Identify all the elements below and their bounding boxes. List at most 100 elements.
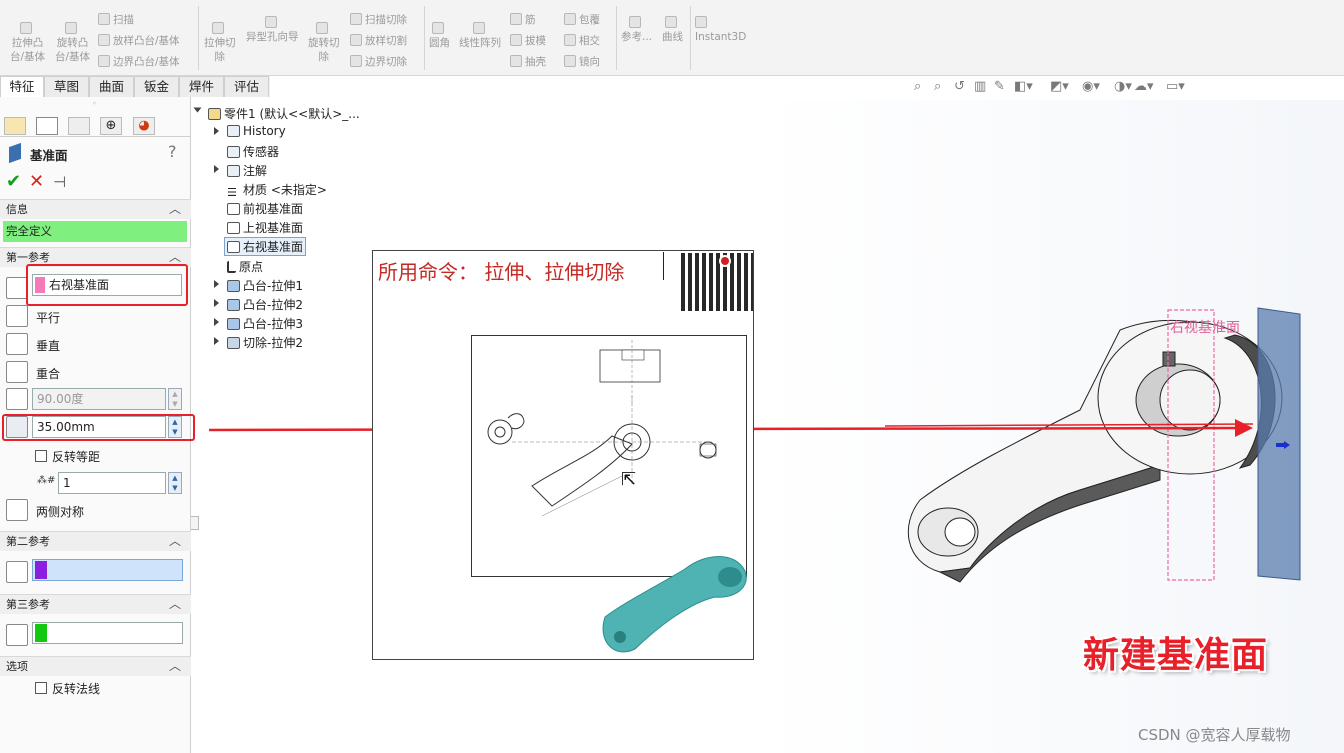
tree-item-boss-extrude1[interactable]: 凸台-拉伸1 [227,277,303,294]
angle-constraint-icon[interactable] [6,388,28,410]
instances-spinner[interactable]: ▲ ▼ [168,472,182,494]
tab-weldments[interactable]: 焊件 [179,76,224,97]
ribbon-divider [690,6,691,70]
tree-item-origin[interactable]: 原点 [227,258,263,275]
wrap-icon [564,13,576,25]
panel-grip-icon[interactable]: ◦ [92,99,97,108]
expand-arrow-icon[interactable] [214,337,219,345]
perpendicular-constraint-icon[interactable] [6,333,28,355]
tree-item-boss-extrude2[interactable]: 凸台-拉伸2 [227,296,303,313]
sweep-button[interactable]: 扫描 [98,13,134,27]
overlay-title: 新建基准面 [1083,635,1269,676]
revolve-cut-button[interactable]: 旋转切 除 [308,22,340,64]
feature-manager-tab-icon[interactable] [4,117,26,135]
mirror-button[interactable]: 镜向 [564,55,600,69]
tree-item-sensors[interactable]: 传感器 [227,143,279,160]
coincident-constraint-icon[interactable] [6,361,28,383]
dimxpert-tab-icon[interactable]: ⊕ [100,117,122,135]
instances-input[interactable]: 1 [58,472,166,494]
dynamic-annotation-icon[interactable]: ✎ [994,79,1005,94]
draft-button[interactable]: 拔模 [510,34,546,48]
section-view-icon[interactable]: ▥ [974,79,986,94]
apply-scene-icon[interactable]: ☁▾ [1134,79,1154,94]
extrude-boss-button[interactable]: 拉伸凸 台/基体 [10,22,45,64]
tab-surfaces[interactable]: 曲面 [89,76,134,97]
edit-appearance-icon[interactable]: ◑▾ [1114,79,1132,94]
lofted-cut-button[interactable]: 放样切割 [350,34,407,48]
second-reference-selection-box[interactable] [32,559,183,581]
expand-arrow-icon[interactable] [214,165,219,173]
expand-arrow-icon[interactable] [214,318,219,326]
expand-arrow-icon[interactable] [214,299,219,307]
shell-button[interactable]: 抽壳 [510,55,546,69]
fillet-button[interactable]: 圆角 [429,22,450,50]
flip-normal-label: 反转法线 [52,682,101,696]
wrap-button[interactable]: 包覆 [564,13,600,27]
view-orientation-icon[interactable]: ◧▾ [1014,79,1033,94]
view-settings-icon[interactable]: ▭▾ [1166,79,1185,94]
parallel-constraint-icon[interactable] [6,305,28,327]
expand-arrow-icon[interactable] [193,107,202,113]
pushpin-icon[interactable]: ⊣ [53,173,66,191]
plane-direction-arrow-icon[interactable] [1276,443,1284,447]
zoom-to-fit-icon[interactable]: ⌕ [914,79,921,94]
configuration-manager-tab-icon[interactable] [68,117,90,135]
tree-item-history[interactable]: History [227,124,286,138]
linear-pattern-button[interactable]: 线性阵列 [459,22,501,50]
tree-root-part[interactable]: 零件1 (默认<<默认>_... [208,105,360,122]
collapse-chevron-icon[interactable]: ︿ [169,657,181,676]
revolve-boss-button[interactable]: 旋转凸 台/基体 [55,22,90,64]
display-manager-tab-icon[interactable]: ◕ [133,117,155,135]
tree-item-front-plane[interactable]: 前视基准面 [227,200,303,217]
panel-collapse-handle[interactable] [191,516,199,530]
expand-arrow-icon[interactable] [214,280,219,288]
previous-view-icon[interactable]: ↺ [954,79,965,94]
ok-check-icon[interactable]: ✔ [6,173,21,191]
angle-spinner[interactable]: ▲ ▼ [168,388,182,410]
section-second-reference-header[interactable]: 第二参考 ︿ [0,531,191,551]
section-info-header[interactable]: 信息 ︿ [0,199,191,219]
tab-sheet-metal[interactable]: 钣金 [134,76,179,97]
tab-features[interactable]: 特征 [0,76,44,97]
collapse-chevron-icon[interactable]: ︿ [169,595,181,614]
cancel-x-icon[interactable]: ✕ [29,173,44,191]
boundary-boss-button[interactable]: 边界凸台/基体 [98,55,180,69]
rib-button[interactable]: 筋 [510,13,536,27]
cut-feature-icon [227,337,240,349]
section-options-header[interactable]: 选项 ︿ [0,656,191,676]
swept-cut-button[interactable]: 扫描切除 [350,13,407,27]
third-reference-selection-box[interactable] [32,622,183,644]
reference-geometry-button[interactable]: 参考... [621,16,652,44]
tree-item-cut-extrude2[interactable]: 切除-拉伸2 [227,334,303,351]
intersect-button[interactable]: 相交 [564,34,600,48]
property-manager-tab-icon[interactable] [36,117,58,135]
tab-sketch[interactable]: 草图 [44,76,89,97]
flip-offset-checkbox[interactable] [35,450,47,462]
part-render-image [602,556,747,653]
collapse-chevron-icon[interactable]: ︿ [169,532,181,551]
tree-item-boss-extrude3[interactable]: 凸台-拉伸3 [227,315,303,332]
instant3d-button[interactable]: Instant3D [695,16,746,44]
flip-normal-checkbox[interactable] [35,682,47,694]
expand-arrow-icon[interactable] [214,127,219,135]
tree-item-annotations[interactable]: 注解 [227,162,267,179]
tab-evaluate[interactable]: 评估 [224,76,269,97]
mid-plane-icon[interactable] [6,499,28,521]
tree-item-material[interactable]: ☰ 材质 <未指定> [227,181,327,199]
hide-show-icon[interactable]: ◉▾ [1082,79,1100,94]
extrude-cut-button[interactable]: 拉伸切 除 [204,22,236,64]
reference-drawing-inset: 所用命令： 拉伸、拉伸切除 ⇱ [372,250,754,660]
curves-button[interactable]: 曲线 [662,16,683,44]
loft-boss-button[interactable]: 放样凸台/基体 [98,34,180,48]
boundary-cut-button[interactable]: 边界切除 [350,55,407,69]
zoom-to-area-icon[interactable]: ⌕ [934,79,941,94]
collapse-chevron-icon[interactable]: ︿ [169,200,181,219]
display-style-icon[interactable]: ◩▾ [1050,79,1069,94]
angle-input[interactable]: 90.00度 [32,388,166,410]
tree-item-right-plane[interactable]: 右视基准面 [224,237,307,256]
section-third-reference-header[interactable]: 第三参考 ︿ [0,594,191,614]
hole-wizard-button[interactable]: 异型孔向导 [246,16,299,44]
help-icon[interactable]: ? [168,142,177,161]
plane-label: 右视基准面 [1170,319,1240,335]
tree-item-top-plane[interactable]: 上视基准面 [227,219,303,236]
